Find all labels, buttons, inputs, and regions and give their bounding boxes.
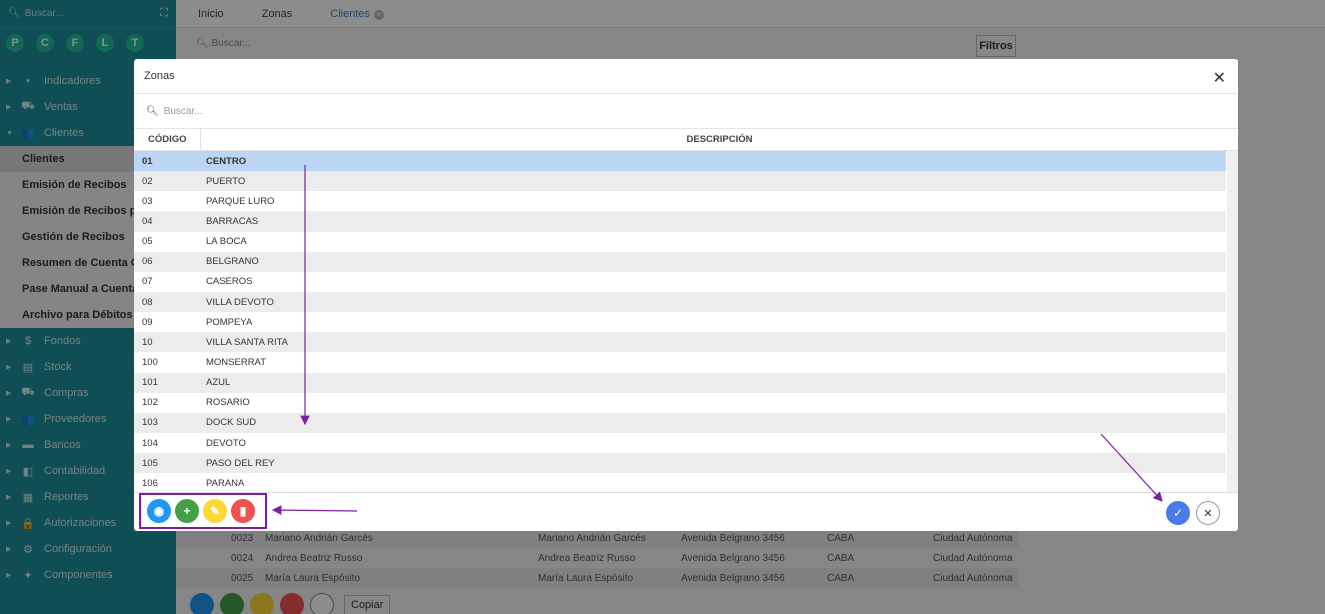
- table-row[interactable]: 07 CASEROS: [134, 272, 1226, 292]
- view-button[interactable]: ◉: [147, 499, 171, 523]
- zone-description: AZUL: [206, 377, 231, 389]
- table-row[interactable]: 03 PARQUE LURO: [134, 191, 1226, 211]
- zone-code: 103: [142, 417, 158, 429]
- zone-code: 08: [142, 296, 153, 308]
- zone-description: PARANA: [206, 477, 245, 489]
- zone-code: 03: [142, 195, 153, 207]
- zone-description: ROSARIO: [206, 397, 250, 409]
- column-header-description[interactable]: DESCRIPCIÓN: [201, 129, 1238, 150]
- table-row[interactable]: 08 VILLA DEVOTO: [134, 291, 1226, 313]
- zone-code: 09: [142, 316, 153, 328]
- zonas-modal: Zonas ✕ 🔍︎ Buscar... CÓDIGO DESCRIPCIÓN …: [134, 59, 1238, 531]
- table-row[interactable]: 10 VILLA SANTA RITA: [134, 332, 1226, 353]
- table-row[interactable]: 04 BARRACAS: [134, 211, 1226, 232]
- table-row[interactable]: 103 DOCK SUD: [134, 412, 1226, 433]
- search-icon: 🔍︎: [146, 105, 159, 117]
- zone-code: 105: [142, 457, 158, 469]
- zone-code: 10: [142, 336, 153, 348]
- table-row[interactable]: 01 CENTRO: [134, 151, 1226, 172]
- close-icon[interactable]: ✕: [1213, 68, 1226, 88]
- cancel-button[interactable]: ✕: [1196, 501, 1220, 525]
- edit-button[interactable]: ✎: [203, 499, 227, 523]
- table-row[interactable]: 100 MONSERRAT: [134, 352, 1226, 372]
- action-buttons: ◉ + ✎ ▮: [139, 493, 267, 529]
- zone-description: DOCK SUD: [206, 417, 257, 429]
- table-header: CÓDIGO DESCRIPCIÓN: [134, 129, 1238, 151]
- zone-description: CENTRO: [206, 155, 247, 167]
- check-icon: ✓: [1172, 506, 1184, 520]
- trash-icon: ▮: [239, 504, 247, 518]
- table-row[interactable]: 106 PARANA: [134, 473, 1226, 492]
- zone-description: BARRACAS: [206, 215, 259, 227]
- table-row[interactable]: 09 POMPEYA: [134, 312, 1226, 332]
- zone-code: 101: [142, 377, 158, 389]
- zone-description: PARQUE LURO: [206, 195, 275, 207]
- zone-code: 102: [142, 397, 158, 409]
- zone-code: 100: [142, 356, 158, 368]
- table-row[interactable]: 105 PASO DEL REY: [134, 453, 1226, 474]
- eye-icon: ◉: [153, 504, 165, 518]
- modal-title: Zonas: [134, 59, 1238, 94]
- plus-icon: +: [183, 504, 191, 518]
- modal-footer: ◉ + ✎ ▮ ✓ ✕: [134, 492, 1238, 531]
- close-icon: ✕: [1203, 507, 1213, 520]
- table-row[interactable]: 101 AZUL: [134, 372, 1226, 393]
- zone-code: 106: [142, 477, 158, 489]
- table-row[interactable]: 102 ROSARIO: [134, 393, 1226, 413]
- zone-code: 02: [142, 175, 153, 187]
- scrollbar[interactable]: [1227, 151, 1238, 492]
- zone-description: PUERTO: [206, 175, 246, 187]
- add-button[interactable]: +: [175, 499, 199, 523]
- zone-description: VILLA SANTA RITA: [206, 336, 289, 348]
- modal-search-input[interactable]: Buscar...: [164, 106, 203, 117]
- pencil-icon: ✎: [209, 504, 221, 518]
- modal-search[interactable]: 🔍︎ Buscar...: [134, 94, 1238, 129]
- zone-code: 104: [142, 437, 158, 449]
- zone-description: POMPEYA: [206, 316, 253, 328]
- zone-code: 06: [142, 256, 153, 268]
- zones-table: 01 CENTRO 02 PUERTO 03 PARQUE LURO 04 BARRACAS 0…: [134, 151, 1226, 492]
- column-header-code[interactable]: CÓDIGO: [134, 129, 201, 150]
- zone-description: LA BOCA: [206, 236, 247, 248]
- table-row[interactable]: 06 BELGRANO: [134, 251, 1226, 272]
- delete-button[interactable]: ▮: [231, 499, 255, 523]
- zone-code: 04: [142, 215, 153, 227]
- table-row[interactable]: 05 LA BOCA: [134, 232, 1226, 252]
- table-row[interactable]: 02 PUERTO: [134, 171, 1226, 192]
- zone-code: 07: [142, 276, 153, 288]
- zone-description: DEVOTO: [206, 437, 246, 449]
- zone-code: 01: [142, 155, 153, 167]
- zone-description: PASO DEL REY: [206, 457, 275, 469]
- confirm-button[interactable]: ✓: [1166, 501, 1190, 525]
- zone-description: BELGRANO: [206, 256, 259, 268]
- zone-description: MONSERRAT: [206, 356, 266, 368]
- zone-code: 05: [142, 236, 153, 248]
- zone-description: CASEROS: [206, 276, 253, 288]
- zone-description: VILLA DEVOTO: [206, 296, 274, 308]
- table-row[interactable]: 104 DEVOTO: [134, 433, 1226, 453]
